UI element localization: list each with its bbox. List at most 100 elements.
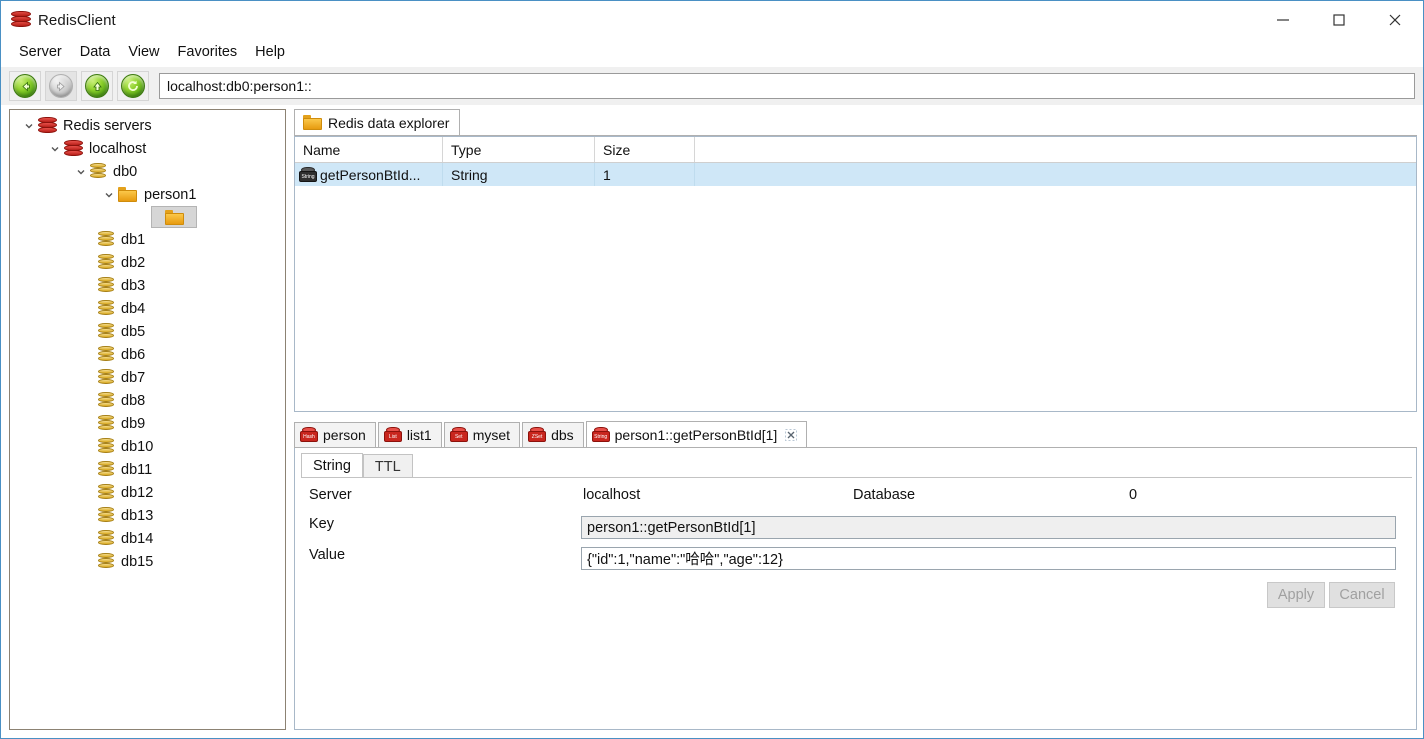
menu-item-server[interactable]: Server — [11, 42, 70, 62]
subtab-ttl[interactable]: TTL — [362, 454, 413, 478]
menu-item-help[interactable]: Help — [247, 42, 293, 62]
chevron-down-icon[interactable] — [72, 160, 90, 183]
database-icon — [98, 507, 114, 524]
window-controls — [1255, 1, 1423, 39]
key-label: Key — [309, 516, 334, 532]
subtab-string[interactable]: String — [301, 453, 363, 478]
tree-node-db3[interactable]: db3 — [10, 274, 285, 297]
cancel-button: Cancel — [1329, 582, 1395, 608]
tree-node-label: db15 — [121, 553, 154, 570]
key-tab-label: myset — [472, 427, 511, 443]
tree-node-db14[interactable]: db14 — [10, 527, 285, 550]
menu-item-data[interactable]: Data — [72, 42, 119, 62]
tree-node-label: db14 — [121, 530, 154, 547]
refresh-button[interactable] — [117, 71, 149, 101]
close-button[interactable] — [1367, 1, 1423, 39]
main-content-panel: Redis data explorer Name Type Size Strin… — [294, 109, 1417, 730]
database-icon — [98, 323, 114, 340]
up-button[interactable] — [81, 71, 113, 101]
database-icon — [98, 530, 114, 547]
tree-node-label: Redis servers — [63, 117, 152, 134]
string-type-icon: String — [591, 426, 610, 443]
address-input[interactable]: localhost:db0:person1:: — [159, 73, 1415, 99]
tree-node-db1[interactable]: db1 — [10, 228, 285, 251]
chevron-down-icon[interactable] — [46, 137, 64, 160]
tree-node-db4[interactable]: db4 — [10, 297, 285, 320]
tree-node-person1[interactable]: person1 — [10, 183, 285, 206]
apply-button: Apply — [1267, 582, 1325, 608]
tree-node-label: db8 — [121, 392, 146, 409]
keys-grid[interactable]: Name Type Size String getPersonBtId... S… — [294, 136, 1417, 412]
folder-icon — [118, 187, 137, 202]
key-input[interactable]: person1::getPersonBtId[1] — [581, 516, 1396, 539]
tree-node-label: db9 — [121, 415, 146, 432]
menu-item-favorites[interactable]: Favorites — [170, 42, 246, 62]
value-input[interactable]: {"id":1,"name":"哈哈","age":12} — [581, 547, 1396, 570]
tree-node-db2[interactable]: db2 — [10, 251, 285, 274]
database-label: Database — [853, 487, 916, 503]
tree-node-selected-folder[interactable] — [151, 206, 197, 228]
key-tab-person1-getpersonbtid[interactable]: String person1::getPersonBtId[1] — [585, 421, 808, 447]
tree-node-db15[interactable]: db15 — [10, 550, 285, 573]
menu-item-view[interactable]: View — [120, 42, 167, 62]
tree-root: Redis servers localhost db0 person1 db1 … — [10, 110, 285, 573]
tree-node-db13[interactable]: db13 — [10, 504, 285, 527]
database-icon — [98, 369, 114, 386]
tree-node-redis-servers[interactable]: Redis servers — [10, 114, 285, 137]
value-label: Value — [309, 547, 346, 563]
key-tab-person[interactable]: Hash person — [294, 422, 376, 447]
database-icon — [98, 438, 114, 455]
key-tab-label: dbs — [551, 427, 574, 443]
value-row: Value {"id":1,"name":"哈哈","age":12} — [295, 547, 1416, 570]
title-bar: RedisClient — [1, 1, 1423, 39]
tree-node-db0[interactable]: db0 — [10, 160, 285, 183]
database-icon — [98, 484, 114, 501]
minimize-button[interactable] — [1255, 1, 1311, 39]
column-header-size[interactable]: Size — [595, 137, 695, 162]
tree-node-db6[interactable]: db6 — [10, 343, 285, 366]
tree-node-db5[interactable]: db5 — [10, 320, 285, 343]
tree-node-label: db11 — [121, 461, 153, 478]
tree-node-label: person1 — [144, 186, 197, 203]
tree-node-label: db2 — [121, 254, 146, 271]
cell-type: String — [443, 163, 595, 186]
column-header-type[interactable]: Type — [443, 137, 595, 162]
tree-node-label: db7 — [121, 369, 146, 386]
server-value: localhost — [583, 487, 641, 503]
editor-body: String TTL Server localhost Database 0 K… — [294, 448, 1417, 730]
back-button[interactable] — [9, 71, 41, 101]
tree-node-db8[interactable]: db8 — [10, 389, 285, 412]
menu-bar: Server Data View Favorites Help — [1, 39, 1423, 65]
chevron-down-icon[interactable] — [20, 114, 38, 137]
tree-node-db12[interactable]: db12 — [10, 481, 285, 504]
database-icon — [98, 254, 114, 271]
key-row: Key person1::getPersonBtId[1] — [295, 516, 1416, 539]
column-header-name[interactable]: Name — [295, 137, 443, 162]
key-tab-dbs[interactable]: ZSet dbs — [522, 422, 584, 447]
tree-node-db11[interactable]: db11 — [10, 458, 285, 481]
key-tab-list1[interactable]: List list1 — [377, 422, 442, 447]
tree-node-label: db13 — [121, 507, 154, 524]
key-editor: Hash person List list1 Set myset ZSet db… — [294, 421, 1417, 730]
server-database-row: Server localhost Database 0 — [295, 487, 1416, 509]
folder-icon — [303, 115, 322, 130]
cell-filler — [695, 163, 1416, 186]
tree-node-label: db6 — [121, 346, 146, 363]
chevron-down-icon[interactable] — [100, 183, 118, 206]
tab-redis-data-explorer[interactable]: Redis data explorer — [294, 109, 461, 135]
server-tree-panel[interactable]: Redis servers localhost db0 person1 db1 … — [9, 109, 286, 730]
close-icon[interactable] — [784, 428, 797, 441]
tree-node-db10[interactable]: db10 — [10, 435, 285, 458]
arrow-right-icon — [49, 74, 73, 98]
forward-button — [45, 71, 77, 101]
tree-node-db7[interactable]: db7 — [10, 366, 285, 389]
column-header-filler — [695, 137, 1416, 162]
cell-size: 1 — [595, 163, 695, 186]
maximize-button[interactable] — [1311, 1, 1367, 39]
tree-node-db9[interactable]: db9 — [10, 412, 285, 435]
database-icon — [98, 392, 114, 409]
database-icon — [98, 231, 114, 248]
tree-node-localhost[interactable]: localhost — [10, 137, 285, 160]
table-row[interactable]: String getPersonBtId... String 1 — [295, 163, 1416, 186]
key-tab-myset[interactable]: Set myset — [443, 422, 521, 447]
